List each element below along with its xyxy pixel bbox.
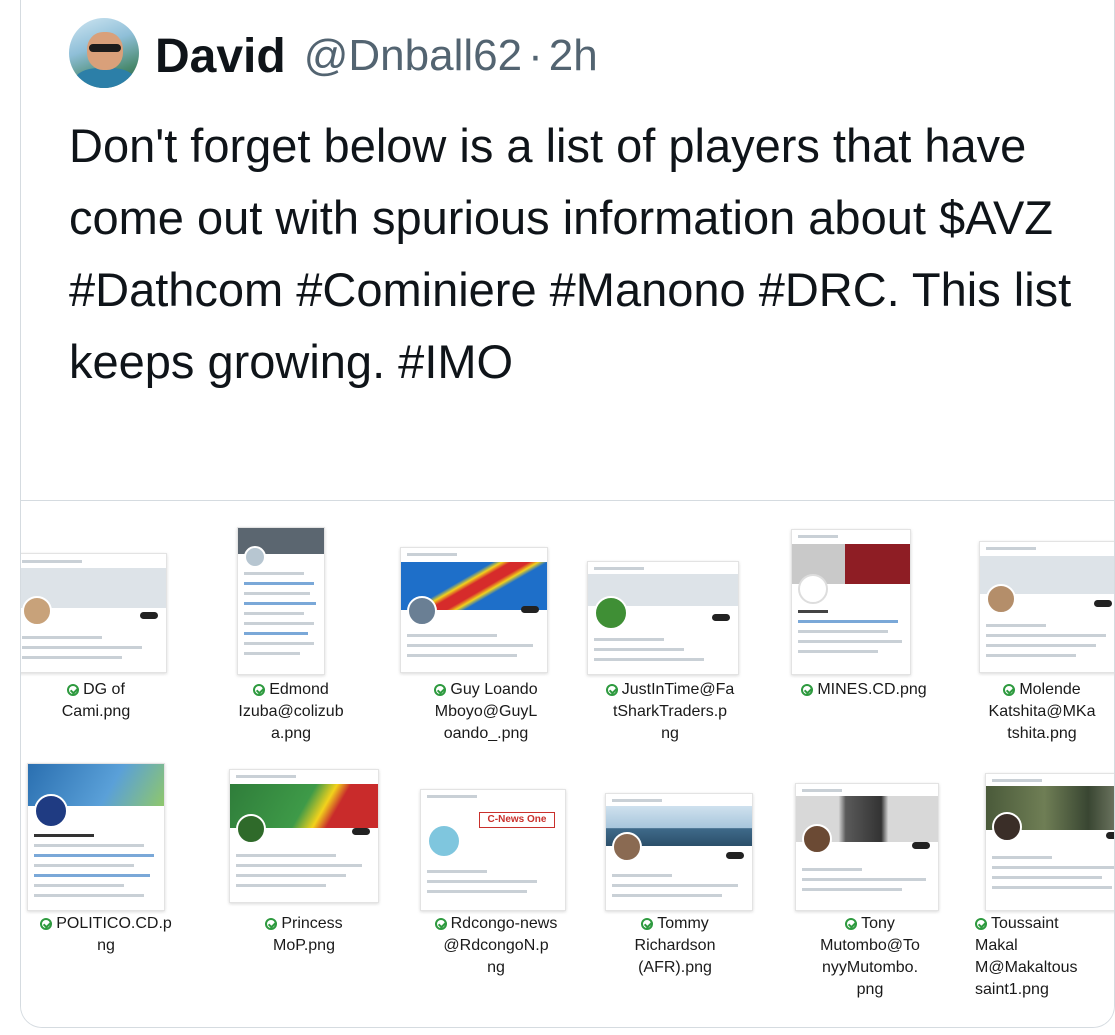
tweet-card[interactable]: David @Dnball62 · 2h Don't forget below … [20,0,1115,1028]
file-caption: Toussaint Makal M@Makaltous saint1.png [975,915,1078,998]
sync-check-icon [265,918,278,930]
sync-check-icon [434,684,447,696]
sync-check-icon [605,684,618,696]
file-thumbnail [229,769,379,903]
file-thumbnail [605,793,753,911]
sync-check-icon [641,918,654,930]
sync-check-icon [40,918,53,930]
sync-check-icon [975,918,987,930]
file-thumbnail [587,561,739,675]
file-caption: Princess MoP.png [219,913,389,957]
file-thumbnail [791,529,911,675]
file-thumbnail [795,783,939,911]
file-thumbnail [985,773,1114,911]
separator-dot: · [528,31,543,80]
sync-check-icon [801,684,814,696]
file-caption: Guy Loando Mboyo@GuyL oando_.png [434,681,538,742]
author-name[interactable]: David [155,29,286,84]
sync-check-icon [845,918,858,930]
file-thumbnail [400,547,548,673]
tweet-header: David @Dnball62 · 2h [155,26,598,86]
file-caption: POLITICO.CD.p ng [21,913,191,957]
file-caption: Rdcongo-news @RdcongoN.p ng [406,913,586,979]
file-thumbnail [27,763,165,911]
file-caption: DG of Cami.png [61,681,131,720]
sync-check-icon [253,684,266,696]
file-caption: Edmond Izuba@colizub a.png [238,681,344,742]
avatar[interactable] [69,18,139,88]
file-thumbnail [237,527,325,675]
file-thumbnail [979,541,1114,673]
author-handle[interactable]: @Dnball62 [304,31,522,81]
tweet-text: Don't forget below is a list of players … [69,119,1072,388]
sync-check-icon [1003,684,1016,696]
file-caption: JustInTime@Fa tSharkTraders.p ng [581,679,759,745]
sync-check-icon [434,918,447,930]
timestamp[interactable]: 2h [549,31,598,81]
file-caption: Molende Katshita@MKa tshita.png [988,681,1096,742]
file-thumbnail: C-News One [420,789,566,911]
file-caption: Tony Mutombo@To nyyMutombo. png [820,915,920,998]
file-thumbnail [21,553,167,673]
file-caption: Tommy Richardson (AFR).png [634,915,716,976]
attached-image-file-grid[interactable]: DG of Cami.png Edmond Izuba@colizub a.pn… [21,500,1114,1027]
file-caption: MINES.CD.png [779,679,949,701]
sync-check-icon [67,684,80,696]
